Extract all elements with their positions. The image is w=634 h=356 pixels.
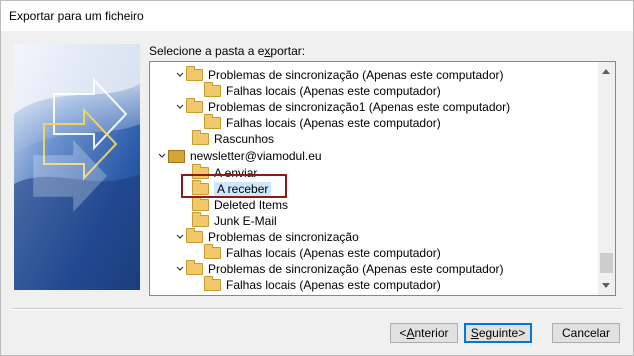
tree-item-label: Problemas de sincronização (Apenas este … bbox=[208, 262, 504, 276]
chevron-down-icon[interactable] bbox=[174, 263, 186, 275]
account-icon bbox=[168, 149, 185, 163]
tree-item[interactable]: A enviar bbox=[192, 164, 258, 181]
footer-divider bbox=[12, 308, 622, 310]
tree-item-label: Deleted Items bbox=[214, 198, 289, 212]
tree-item-label: Falhas locais (Apenas este computador) bbox=[226, 246, 441, 260]
tree-item[interactable]: Problemas de sincronização1 (Apenas este… bbox=[174, 98, 511, 115]
tree-item[interactable]: Falhas locais (Apenas este computador) bbox=[204, 244, 441, 261]
vertical-scrollbar[interactable] bbox=[598, 62, 615, 295]
scroll-down-arrow-icon[interactable] bbox=[602, 283, 610, 288]
tree-item[interactable]: Falhas locais (Apenas este computador) bbox=[204, 114, 441, 131]
tree-item-label: Problemas de sincronização (Apenas este … bbox=[208, 68, 504, 82]
back-button[interactable]: < Anterior bbox=[390, 323, 458, 343]
tree-item[interactable]: Deleted Items bbox=[192, 196, 289, 213]
chevron-down-icon[interactable] bbox=[156, 150, 168, 162]
arrows-graphic bbox=[14, 44, 140, 290]
folder-tree[interactable]: Problemas de sincronização (Apenas este … bbox=[149, 61, 616, 296]
folder-icon bbox=[192, 130, 209, 145]
folder-icon bbox=[192, 212, 209, 227]
folder-icon bbox=[186, 98, 203, 113]
tree-item[interactable]: Junk E-Mail bbox=[192, 212, 277, 229]
folder-icon bbox=[192, 180, 209, 195]
scroll-thumb[interactable] bbox=[600, 253, 613, 273]
next-button[interactable]: Seguinte > bbox=[464, 323, 532, 343]
chevron-down-icon[interactable] bbox=[174, 231, 186, 243]
tree-item-label: Junk E-Mail bbox=[214, 214, 277, 228]
folder-icon bbox=[186, 66, 203, 81]
tree-item-label: Falhas locais (Apenas este computador) bbox=[226, 278, 441, 292]
tree-item[interactable]: Problemas de sincronização (Apenas este … bbox=[174, 260, 504, 277]
cancel-button[interactable]: Cancelar bbox=[552, 323, 620, 343]
tree-item-label: Problemas de sincronização1 (Apenas este… bbox=[208, 100, 511, 114]
tree-item-label: newsletter@viamodul.eu bbox=[190, 149, 322, 163]
tree-item-selected[interactable]: A receber bbox=[192, 180, 272, 197]
scroll-up-arrow-icon[interactable] bbox=[602, 69, 610, 74]
tree-item[interactable]: Rascunhos bbox=[192, 130, 275, 147]
tree-item-label: A receber bbox=[214, 182, 272, 196]
folder-icon bbox=[186, 228, 203, 243]
folder-icon bbox=[192, 164, 209, 179]
tree-item-label: Rascunhos bbox=[214, 132, 275, 146]
wizard-banner-image bbox=[14, 44, 140, 290]
folder-icon bbox=[186, 260, 203, 275]
tree-item-label: Falhas locais (Apenas este computador) bbox=[226, 84, 441, 98]
tree-item-label: A enviar bbox=[214, 166, 258, 180]
folder-icon bbox=[204, 114, 221, 129]
chevron-down-icon[interactable] bbox=[174, 69, 186, 81]
tree-item[interactable]: Problemas de sincronização (Apenas este … bbox=[174, 66, 504, 83]
export-folder-prompt: Selecione a pasta a exportar: bbox=[149, 44, 306, 58]
folder-icon bbox=[204, 276, 221, 291]
tree-item[interactable]: Falhas locais (Apenas este computador) bbox=[204, 276, 441, 293]
tree-item-account[interactable]: newsletter@viamodul.eu bbox=[156, 148, 322, 164]
folder-icon bbox=[204, 244, 221, 259]
tree-item-label: Problemas de sincronização bbox=[208, 230, 359, 244]
chevron-down-icon[interactable] bbox=[174, 101, 186, 113]
tree-item-label: Falhas locais (Apenas este computador) bbox=[226, 116, 441, 130]
folder-icon bbox=[204, 82, 221, 97]
folder-icon bbox=[192, 196, 209, 211]
title-bar: Exportar para um ficheiro bbox=[0, 0, 634, 31]
window-title: Exportar para um ficheiro bbox=[9, 9, 144, 23]
tree-item[interactable]: Falhas locais (Apenas este computador) bbox=[204, 82, 441, 99]
tree-item[interactable]: Problemas de sincronização bbox=[174, 228, 359, 245]
